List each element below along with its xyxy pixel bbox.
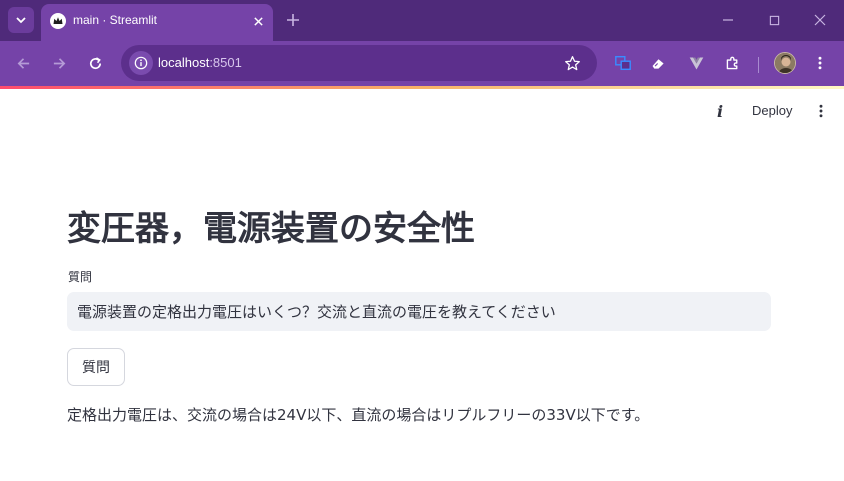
close-icon <box>253 16 263 26</box>
tab-title: main · Streamlit <box>73 13 158 27</box>
more-vertical-icon <box>818 56 822 70</box>
question-input[interactable] <box>67 292 771 331</box>
window-close-button[interactable] <box>810 10 830 30</box>
tab-close-button[interactable] <box>250 13 266 29</box>
url-host: localhost <box>158 55 210 70</box>
extensions-button[interactable] <box>722 53 742 73</box>
back-button[interactable] <box>12 52 34 74</box>
streamlit-crown-icon <box>50 13 66 29</box>
eraser-extension-button[interactable] <box>648 53 668 73</box>
eraser-icon <box>652 58 664 69</box>
site-info-button[interactable] <box>129 51 153 75</box>
close-icon <box>814 14 826 26</box>
reload-button[interactable] <box>84 52 106 74</box>
arrow-right-icon <box>53 57 65 69</box>
app-info-icon[interactable]: i <box>710 101 730 121</box>
url-text: localhost:8501 <box>158 55 242 70</box>
avatar-photo-icon <box>775 53 795 73</box>
minimize-icon <box>723 19 733 21</box>
browser-menu-button[interactable] <box>810 53 830 73</box>
arrow-left-icon <box>17 57 29 69</box>
question-label: 質問 <box>68 270 93 284</box>
forward-button[interactable] <box>48 52 70 74</box>
deploy-button[interactable]: Deploy <box>744 101 800 121</box>
more-vertical-icon <box>819 104 823 118</box>
submit-question-button[interactable]: 質問 <box>67 348 125 386</box>
address-bar[interactable]: localhost:8501 <box>121 45 597 81</box>
browser-window: main · Streamlit localhost:8501 i Deploy… <box>0 0 844 481</box>
answer-text: 定格出力電圧は、交流の場合は24V以下、直流の場合はリプルフリーの33V以下です… <box>67 406 650 424</box>
new-tab-button[interactable] <box>283 10 303 30</box>
bookmark-button[interactable] <box>563 54 581 72</box>
tab-active[interactable]: main · Streamlit <box>41 4 273 41</box>
page-title: 変圧器，電源装置の安全性 <box>67 209 475 249</box>
streamlit-app: i Deploy 変圧器，電源装置の安全性 質問 質問 定格出力電圧は、交流の場… <box>0 89 844 481</box>
chevron-down-icon <box>16 17 26 24</box>
star-icon <box>564 55 580 70</box>
translate-extension-button[interactable] <box>613 53 633 73</box>
vue-devtools-extension-button[interactable] <box>686 53 706 73</box>
toolbar-divider <box>758 57 759 73</box>
info-icon <box>134 56 148 70</box>
profile-avatar[interactable] <box>774 52 796 74</box>
browser-toolbar: localhost:8501 <box>0 41 844 86</box>
translate-icon <box>615 55 631 71</box>
minimize-button[interactable] <box>718 10 738 30</box>
url-port: :8501 <box>209 55 242 70</box>
tab-search-button[interactable] <box>8 7 34 33</box>
plus-icon <box>287 14 299 26</box>
reload-icon <box>89 56 101 69</box>
maximize-button[interactable] <box>764 10 784 30</box>
puzzle-icon <box>726 56 737 69</box>
vue-logo-icon <box>689 57 703 69</box>
app-menu-button[interactable] <box>811 101 831 121</box>
tab-strip: main · Streamlit <box>0 0 844 41</box>
maximize-icon <box>769 15 779 25</box>
